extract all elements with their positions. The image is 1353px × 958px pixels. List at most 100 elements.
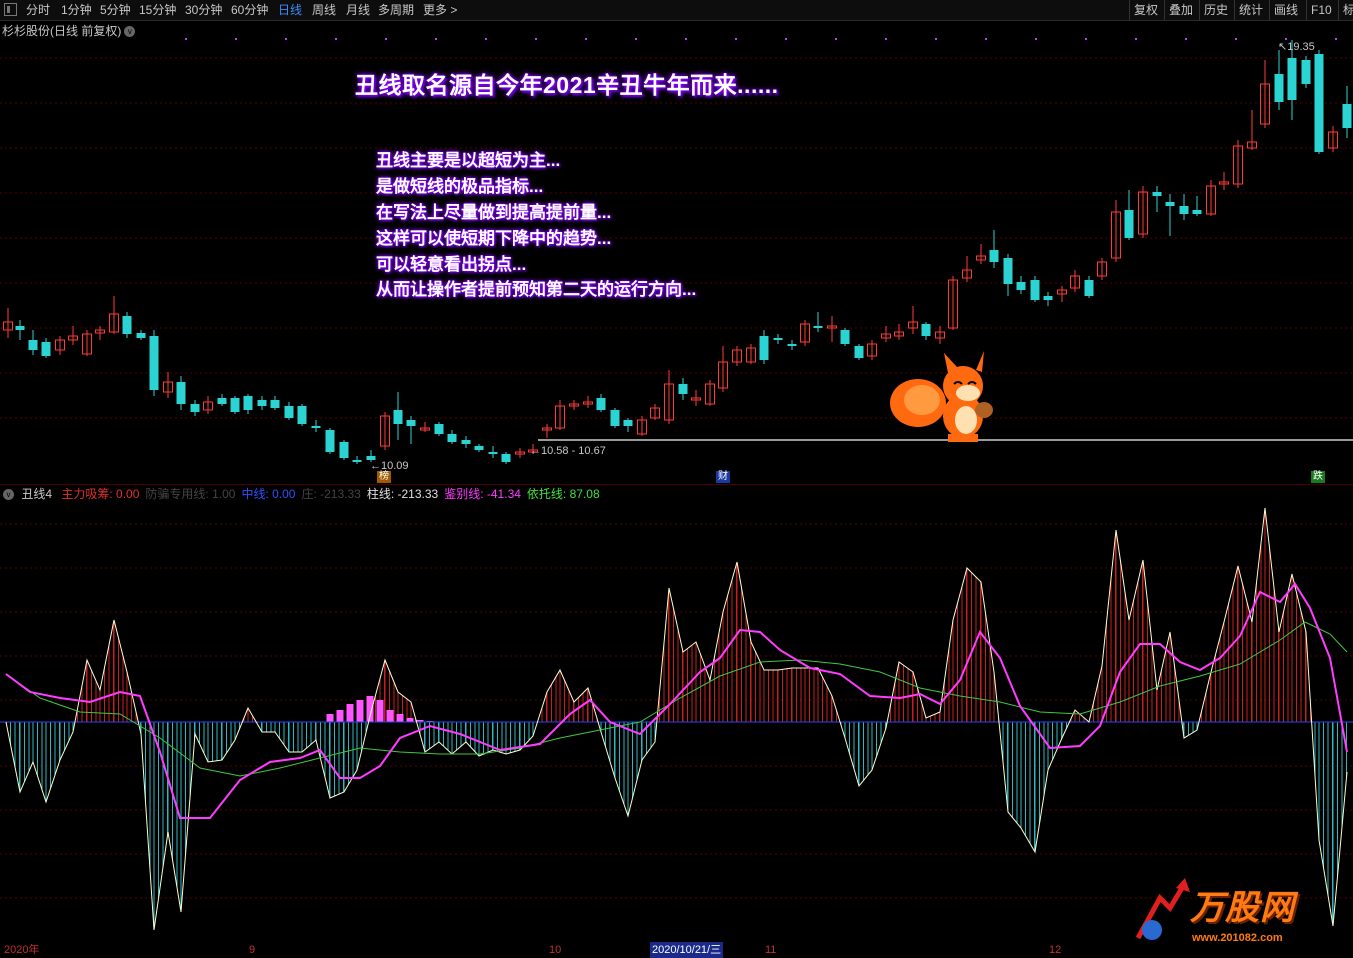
marker-dot [1085, 38, 1087, 40]
note-line-4: 这样可以使短期下降中的趋势... [376, 229, 612, 248]
candle [1179, 194, 1189, 220]
candle [908, 306, 918, 334]
candle [352, 456, 362, 464]
accumulation-bar [396, 714, 404, 722]
note-line-2: 是做短线的极品指标... [376, 177, 544, 196]
event-flag-cai[interactable]: 财 [716, 471, 730, 483]
candle [1328, 126, 1338, 152]
candle [243, 394, 253, 414]
accumulation-bar [356, 700, 364, 722]
marker-dot [1235, 38, 1237, 40]
candle [827, 316, 837, 342]
column-line [5, 507, 1348, 931]
candle [894, 324, 904, 340]
panel-divider [0, 484, 1353, 485]
indicator-value-6: 依托线: 87.08 [526, 487, 600, 501]
candle [393, 392, 403, 440]
support-ma-line [5, 621, 1348, 777]
candle [257, 396, 267, 410]
candle [82, 330, 92, 356]
candle [28, 330, 38, 355]
candle [1314, 50, 1324, 154]
candle [122, 312, 132, 338]
candle [190, 400, 200, 416]
accumulation-bar [376, 700, 384, 722]
candle [311, 420, 321, 432]
candle [935, 326, 945, 344]
indicator-chart[interactable] [0, 502, 1353, 942]
candle [41, 338, 51, 358]
candle [1260, 60, 1270, 128]
candle [434, 422, 444, 436]
indicator-value-4: 柱线: -213.33 [366, 487, 439, 501]
candle [447, 430, 457, 444]
marker-dot [1335, 38, 1337, 40]
candle [555, 400, 565, 430]
marker-dot [335, 38, 337, 40]
indicator-name[interactable]: 丑线4 [21, 487, 52, 501]
candle [163, 372, 173, 398]
candle [136, 330, 146, 340]
candle [705, 380, 715, 406]
candle [1057, 286, 1067, 302]
accumulation-bar [336, 710, 344, 722]
identification-line [5, 582, 1348, 819]
bull-arrow-icon [1135, 878, 1190, 940]
candle [406, 416, 416, 444]
candle [230, 396, 240, 414]
candle [55, 336, 65, 355]
candle [596, 394, 606, 412]
squirrel-mascot [890, 351, 993, 442]
indicator-value-1: 防骗专用线: 1.00 [145, 487, 236, 501]
candle [678, 378, 688, 400]
indicator-value-5: 鉴别线: -41.34 [444, 487, 521, 501]
chevron-down-icon[interactable]: v [3, 489, 14, 501]
date-label: 12 [1049, 944, 1062, 956]
marker-dot [635, 38, 637, 40]
candle [1124, 190, 1134, 240]
date-label: 9 [249, 944, 256, 956]
arrow-icon: ← [530, 445, 541, 457]
accumulation-bar [326, 714, 334, 722]
candle [1247, 110, 1257, 150]
candle [813, 312, 823, 332]
candle [800, 320, 810, 346]
candle [1030, 276, 1040, 302]
event-flag-bang[interactable]: 榜 [377, 471, 391, 483]
candle [1070, 270, 1080, 292]
marker-dot [1035, 38, 1037, 40]
candle [488, 446, 498, 458]
candle [650, 404, 660, 420]
indicator-value-2: 中线: 0.00 [241, 487, 296, 501]
candle [420, 422, 430, 432]
candle [3, 308, 13, 338]
candle [176, 376, 186, 410]
marker-dot [435, 38, 437, 40]
candle [948, 276, 958, 330]
indicator-bars [10, 508, 1347, 930]
event-flag-die[interactable]: 跌 [1311, 471, 1325, 483]
note-line-3: 在写法上尽量做到提高提前量... [376, 203, 612, 222]
accumulation-bar [386, 710, 394, 722]
marker-dot [385, 38, 387, 40]
candle [515, 448, 525, 458]
candle [569, 400, 579, 410]
candle [1084, 276, 1094, 298]
marker-dot [585, 38, 587, 40]
candle [976, 244, 986, 264]
candle [203, 396, 213, 414]
candle [217, 394, 227, 406]
candle [989, 230, 999, 268]
note-line-5: 可以轻意看出拐点... [376, 255, 527, 274]
candle [1274, 50, 1284, 110]
candle [1097, 258, 1107, 280]
candle [1301, 56, 1311, 88]
candle [1342, 86, 1352, 138]
marker-dot [185, 38, 187, 40]
candle [732, 346, 742, 366]
candle [759, 330, 769, 364]
marker-dot [835, 38, 837, 40]
arrow-icon: ↖ [1278, 41, 1288, 53]
marker-dot [485, 38, 487, 40]
marker-dot [1135, 38, 1137, 40]
